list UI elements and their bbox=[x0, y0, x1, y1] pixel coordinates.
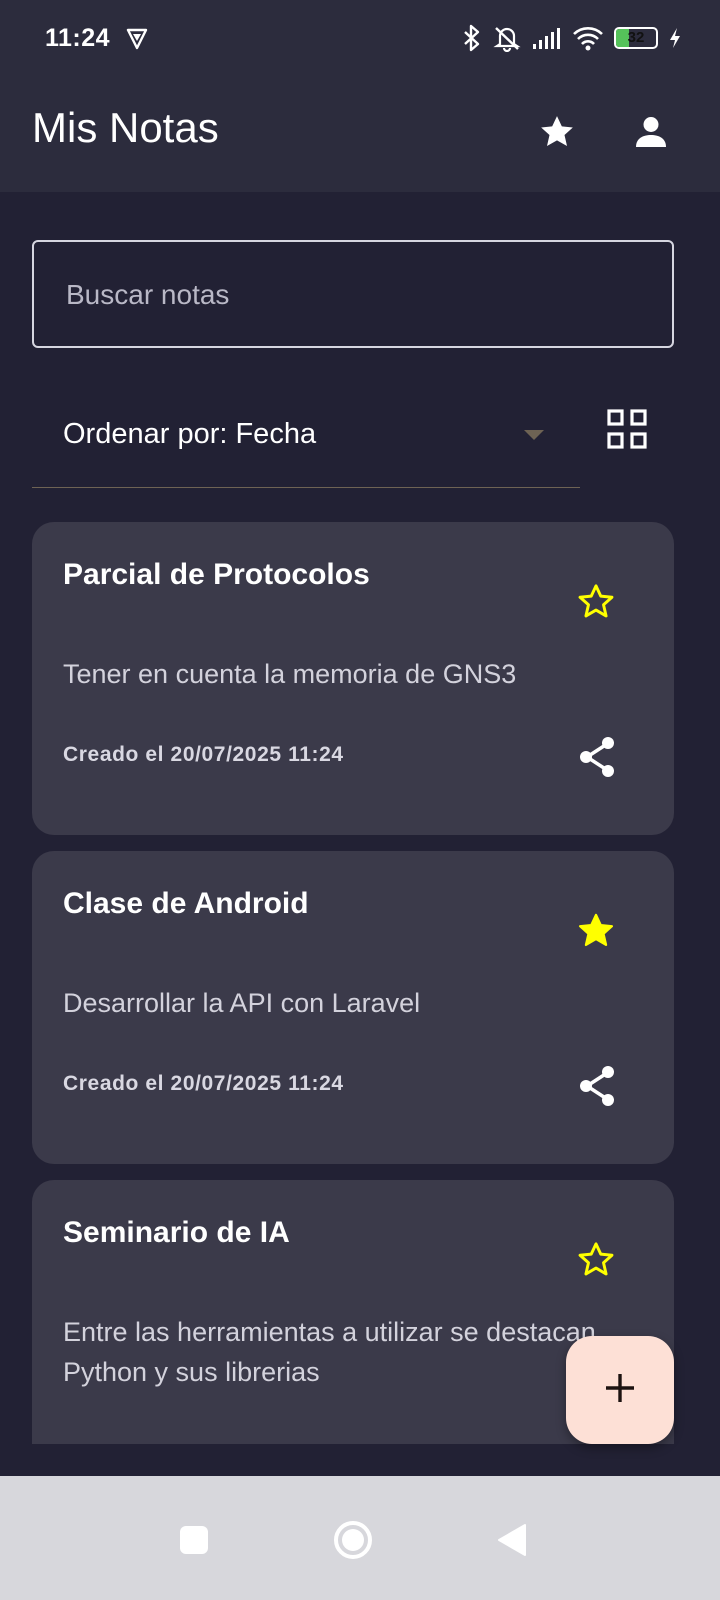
muted-bell-icon bbox=[492, 24, 522, 52]
note-title: Parcial de Protocolos bbox=[63, 558, 370, 591]
favorites-star-icon[interactable] bbox=[533, 108, 581, 156]
note-body: Tener en cuenta la memoria de GNS3 bbox=[63, 659, 517, 689]
note-card[interactable]: Parcial de Protocolos Tener en cuenta la… bbox=[32, 522, 674, 835]
system-nav-bar bbox=[0, 1476, 720, 1600]
battery-icon: 32 bbox=[614, 27, 658, 49]
favorite-star-filled-icon[interactable] bbox=[574, 909, 618, 953]
note-body: Desarrollar la API con Laravel bbox=[63, 988, 421, 1018]
add-note-button[interactable] bbox=[566, 1336, 674, 1444]
signal-icon bbox=[532, 26, 562, 50]
search-field[interactable] bbox=[32, 240, 674, 348]
sort-dropdown-label: Ordenar por: Fecha bbox=[63, 418, 317, 450]
status-time: 11:24 bbox=[45, 24, 111, 52]
note-date: Creado el 20/07/2025 11:24 bbox=[63, 1072, 344, 1095]
note-title: Clase de Android bbox=[63, 887, 309, 920]
note-body: Entre las herramientas a utilizar se des… bbox=[63, 1317, 596, 1387]
share-icon[interactable] bbox=[575, 734, 619, 780]
status-bar: 11:24 32 bbox=[0, 0, 720, 80]
favorite-star-outline-icon[interactable] bbox=[574, 1238, 618, 1282]
note-card[interactable]: Clase de Android Desarrollar la API con … bbox=[32, 851, 674, 1164]
battery-level: 32 bbox=[627, 29, 645, 46]
note-date: Creado el 20/07/2025 11:24 bbox=[63, 743, 344, 766]
recents-square-icon[interactable] bbox=[166, 1512, 222, 1568]
vpn-shield-icon bbox=[126, 28, 148, 55]
notes-list[interactable]: Parcial de Protocolos Tener en cuenta la… bbox=[32, 522, 674, 1444]
sort-dropdown[interactable]: Ordenar por: Fecha bbox=[32, 390, 580, 488]
add-icon bbox=[603, 1371, 637, 1410]
app-bar: Mis Notas bbox=[0, 80, 720, 192]
back-triangle-icon[interactable] bbox=[484, 1512, 540, 1568]
dropdown-arrow-icon bbox=[524, 430, 544, 440]
status-icons: 32 bbox=[462, 24, 682, 52]
wifi-icon bbox=[572, 25, 604, 51]
note-title: Seminario de IA bbox=[63, 1216, 290, 1249]
app-title: Mis Notas bbox=[32, 104, 219, 151]
share-icon[interactable] bbox=[575, 1063, 619, 1109]
bluetooth-icon bbox=[462, 24, 482, 52]
grid-view-icon[interactable] bbox=[604, 406, 650, 452]
favorite-star-outline-icon[interactable] bbox=[574, 580, 618, 624]
profile-icon[interactable] bbox=[627, 108, 675, 156]
search-input[interactable] bbox=[64, 242, 648, 348]
home-circle-icon[interactable] bbox=[325, 1512, 381, 1568]
charging-bolt-icon bbox=[668, 27, 682, 49]
